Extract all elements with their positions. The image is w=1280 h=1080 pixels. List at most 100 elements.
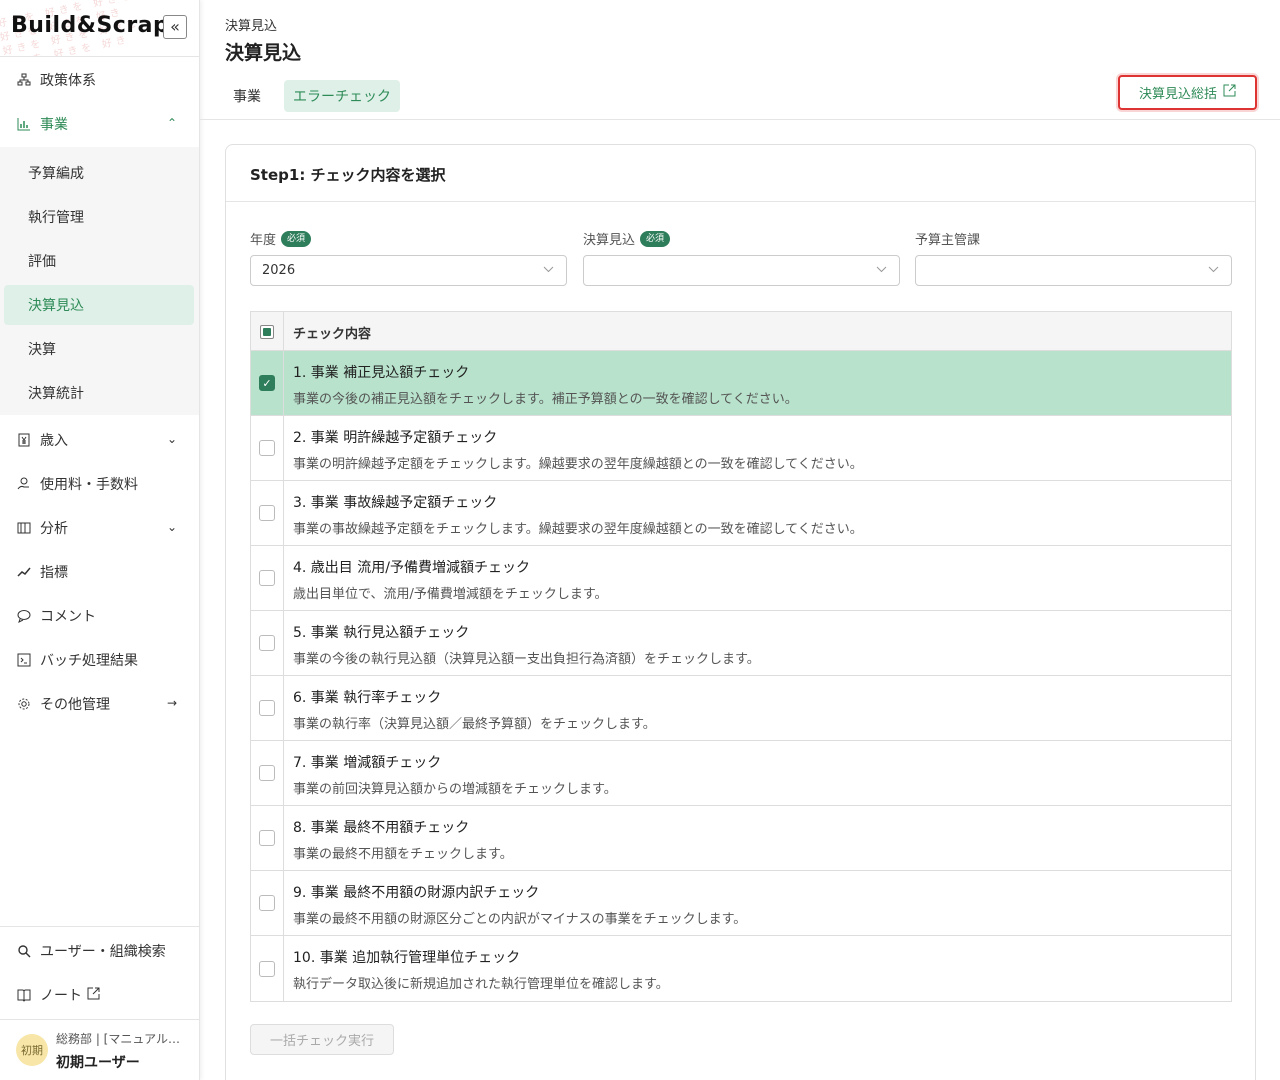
app-logo[interactable]: Build&Scrap — [11, 13, 169, 38]
year-select[interactable]: 2026 — [250, 255, 567, 286]
estimate-select[interactable] — [583, 255, 900, 286]
table-body: ✓ 1. 事業 補正見込額チェック事業の今後の補正見込額をチェックします。補正予算… — [251, 351, 1231, 1001]
row-title: 2. 事業 明許繰越予定額チェック — [293, 430, 498, 446]
department-select[interactable] — [915, 255, 1232, 286]
hierarchy-icon — [16, 72, 32, 88]
nav-item-batch[interactable]: バッチ処理結果 — [0, 638, 199, 682]
row-title: 3. 事業 事故繰越予定額チェック — [293, 495, 498, 511]
tab-jigyo[interactable]: 事業 — [224, 80, 270, 112]
run-all-checks-button[interactable]: 一括チェック実行 — [250, 1024, 394, 1055]
column-header-check-content: チェック内容 — [293, 327, 372, 342]
filter-label-year: 年度 必須 — [250, 229, 312, 248]
table-row[interactable]: 10. 事業 追加執行管理単位チェック執行データ取込後に新規追加された執行管理単… — [251, 936, 1231, 1001]
header-divider — [200, 119, 1280, 120]
row-checkbox[interactable] — [259, 440, 275, 456]
row-checkbox[interactable] — [259, 700, 275, 716]
row-title: 9. 事業 最終不用額の財源内訳チェック — [293, 885, 540, 901]
select-value: 2026 — [262, 263, 296, 278]
row-checkbox[interactable] — [259, 895, 275, 911]
settlement-summary-button[interactable]: 決算見込総括 — [1118, 75, 1257, 110]
table-row[interactable]: 9. 事業 最終不用額の財源内訳チェック事業の最終不用額の財源区分ごとの内訳がマ… — [251, 871, 1231, 936]
row-title: 7. 事業 増減額チェック — [293, 755, 442, 771]
chevron-down-icon: ⌄ — [166, 432, 177, 446]
bar-chart-icon — [16, 116, 32, 132]
select-all-checkbox[interactable] — [260, 324, 274, 339]
required-badge: 必須 — [281, 230, 312, 247]
arrow-right-icon: → — [166, 696, 177, 710]
nav-item-indicators[interactable]: 指標 — [0, 550, 199, 594]
row-checkbox[interactable] — [259, 635, 275, 651]
nav-item-policy[interactable]: 政策体系 — [0, 58, 199, 102]
breadcrumb: 決算見込 — [225, 19, 278, 34]
sub-item-settlement-estimate[interactable]: 決算見込 — [4, 285, 194, 325]
row-checkbox-cell — [251, 416, 284, 480]
row-title: 8. 事業 最終不用額チェック — [293, 820, 470, 836]
sub-item-settlement-stats[interactable]: 決算統計 — [4, 373, 194, 413]
user-name: 初期ユーザー — [56, 1055, 140, 1071]
sub-item-evaluation[interactable]: 評価 — [4, 241, 194, 281]
nav-item-revenue[interactable]: 歳入 ⌄ — [0, 418, 199, 462]
sidebar-divider — [0, 926, 199, 927]
chevron-down-icon: ⌄ — [166, 520, 177, 534]
table-row[interactable]: 3. 事業 事故繰越予定額チェック 事業の事故繰越予定額をチェックします。繰越要求… — [251, 481, 1231, 546]
nav-item-analysis[interactable]: 分析 ⌄ — [0, 506, 199, 550]
book-icon — [16, 987, 32, 1003]
row-description: 歳出目単位で、流用/予備費増減額をチェックします。 — [293, 587, 608, 602]
row-checkbox[interactable] — [259, 570, 275, 586]
chevron-up-icon: ⌃ — [166, 116, 177, 130]
tab-error-check[interactable]: エラーチェック — [284, 80, 400, 112]
table-row[interactable]: ✓ 1. 事業 補正見込額チェック事業の今後の補正見込額をチェックします。補正予算… — [251, 351, 1231, 416]
row-description: 事業の今後の補正見込額をチェックします。補正予算額との一致を確認してください。 — [293, 392, 798, 407]
external-link-icon — [1223, 84, 1236, 101]
row-title: 1. 事業 補正見込額チェック — [293, 365, 470, 381]
user-profile[interactable]: 初期 総務部 | [マニュアル… 初期ユーザー — [0, 1019, 199, 1080]
row-checkbox-cell — [251, 546, 284, 610]
row-description: 事業の今後の執行見込額（決算見込額ー支出負担行為済額）をチェックします。 — [293, 652, 760, 667]
sub-item-execution[interactable]: 執行管理 — [4, 197, 194, 237]
nav-label: その他管理 — [40, 697, 110, 713]
sub-item-budget[interactable]: 予算編成 — [4, 153, 194, 193]
yen-document-icon — [16, 432, 32, 448]
search-icon — [16, 943, 32, 959]
row-description: 事業の最終不用額をチェックします。 — [293, 847, 513, 862]
table-row[interactable]: 7. 事業 増減額チェック 事業の前回決算見込額からの増減額をチェックします。 — [251, 741, 1231, 806]
row-checkbox[interactable]: ✓ — [259, 375, 275, 391]
row-title: 6. 事業 執行率チェック — [293, 690, 442, 706]
table-row[interactable]: 2. 事業 明許繰越予定額チェック 事業の明許繰越予定額をチェックします。繰越要求… — [251, 416, 1231, 481]
filter-label-text: 決算見込 — [583, 233, 636, 248]
collapse-sidebar-button[interactable]: « — [163, 15, 187, 39]
check-table: チェック内容 ✓ 1. 事業 補正見込額チェック事業の今後の補正見込額をチェックし… — [250, 311, 1232, 1002]
trend-icon — [16, 564, 32, 580]
indeterminate-mark — [263, 327, 271, 336]
sidebar: 好きを 好きを 好きを 好きを 好きを 好き 好きを 好きを 好きを 好きを 好きを … — [0, 0, 200, 1080]
row-checkbox[interactable] — [259, 960, 275, 977]
chevron-down-icon — [543, 264, 554, 278]
table-row[interactable]: 8. 事業 最終不用額チェック事業の最終不用額をチェックします。 — [251, 806, 1231, 871]
row-checkbox-cell — [251, 936, 284, 1001]
nav-item-user-search[interactable]: ユーザー・組織検索 — [0, 929, 199, 973]
row-checkbox[interactable] — [259, 505, 275, 521]
check-selection-card: Step1: チェック内容を選択 年度 必須 決算見込 必須 予算主管課 202… — [225, 144, 1256, 1080]
nav-item-other-admin[interactable]: その他管理 → — [0, 682, 199, 726]
chevron-down-icon — [1208, 264, 1219, 278]
table-row[interactable]: 4. 歳出目 流用/予備費増減額チェック 歳出目単位で、流用/予備費増減額をチェッ… — [251, 546, 1231, 611]
row-title: 5. 事業 執行見込額チェック — [293, 625, 470, 641]
row-title: 10. 事業 追加執行管理単位チェック — [293, 950, 521, 966]
row-checkbox[interactable] — [259, 830, 275, 846]
nav-item-notes[interactable]: ノート — [0, 973, 199, 1017]
row-checkbox-cell — [251, 481, 284, 545]
table-row[interactable]: 5. 事業 執行見込額チェック事業の今後の執行見込額（決算見込額ー支出負担行為済… — [251, 611, 1231, 676]
nav-label: ノート — [40, 988, 82, 1004]
row-description: 事業の最終不用額の財源区分ごとの内訳がマイナスの事業をチェックします。 — [293, 912, 747, 927]
table-row[interactable]: 6. 事業 執行率チェック 事業の執行率（決算見込額／最終予算額）をチェックします… — [251, 676, 1231, 741]
nav-item-fees[interactable]: 使用料・手数料 — [0, 462, 199, 506]
coin-hand-icon — [16, 476, 32, 492]
nav-item-jigyo[interactable]: 事業 ⌃ — [0, 102, 199, 146]
gear-icon — [16, 696, 32, 712]
nav-item-comments[interactable]: コメント — [0, 594, 199, 638]
card-divider — [226, 201, 1255, 202]
row-checkbox-cell — [251, 676, 284, 740]
row-description: 執行データ取込後に新規追加された執行管理単位を確認します。 — [293, 977, 669, 992]
sub-item-settlement[interactable]: 決算 — [4, 329, 194, 369]
row-checkbox[interactable] — [259, 765, 275, 781]
